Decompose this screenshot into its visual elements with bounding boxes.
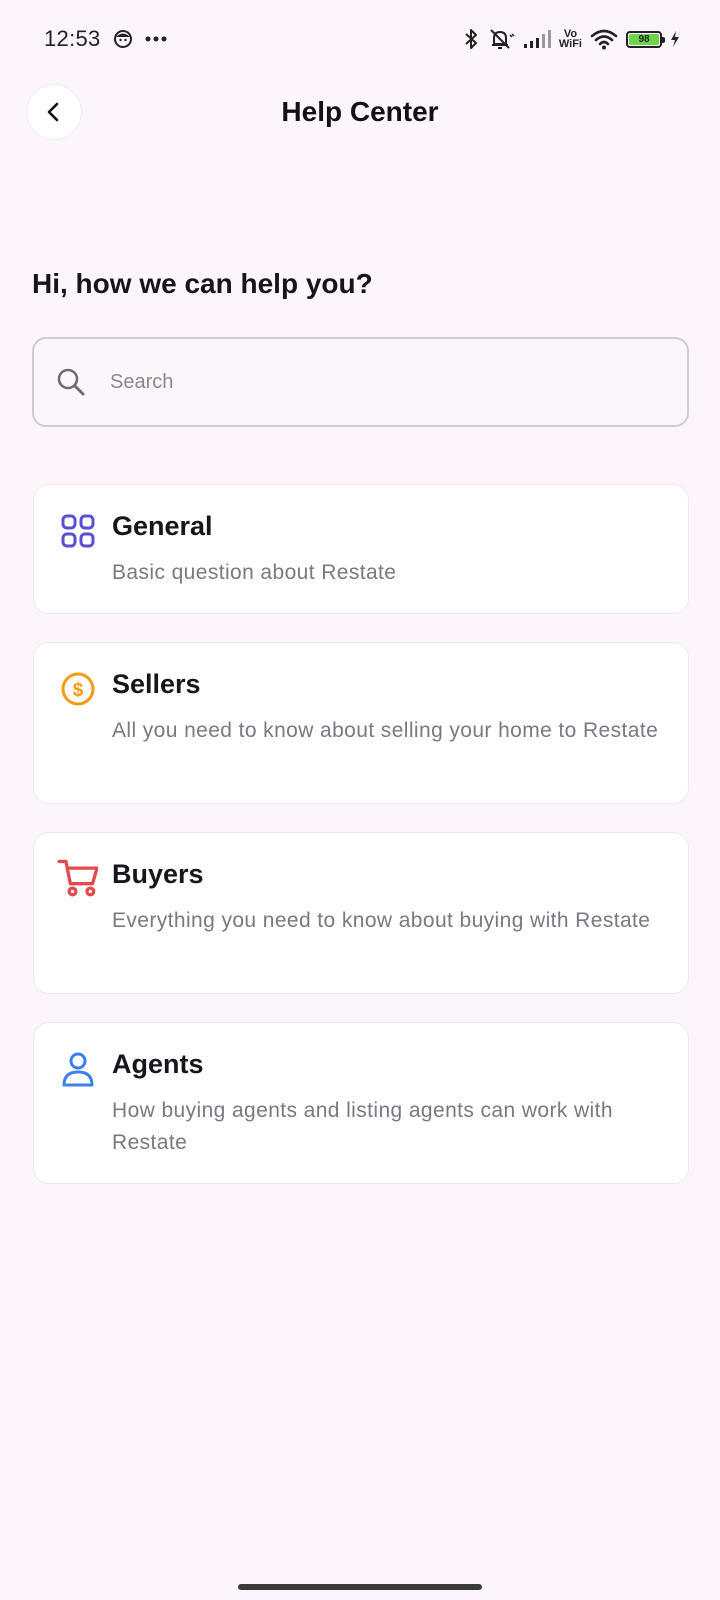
svg-text:$: $ xyxy=(73,680,84,701)
category-description: All you need to know about selling your … xyxy=(112,719,659,742)
dollar-circle-icon: $ xyxy=(61,672,95,706)
search-box[interactable] xyxy=(32,337,689,427)
help-center-screen: 12:53 Vo WiFi 98 Help Center Hi, how we … xyxy=(0,0,720,1600)
greeting-heading: Hi, how we can help you? xyxy=(32,268,373,299)
vowifi-icon: Vo WiFi xyxy=(558,29,582,50)
category-title: Agents xyxy=(112,1049,204,1079)
category-description: Everything you need to know about buying… xyxy=(112,909,651,932)
category-card-general[interactable]: General Basic question about Restate xyxy=(33,484,689,614)
status-time: 12:53 xyxy=(44,26,101,51)
wifi-icon xyxy=(590,29,618,50)
search-icon xyxy=(57,368,85,396)
person-icon xyxy=(62,1052,94,1087)
home-indicator[interactable] xyxy=(238,1584,482,1590)
status-left: 12:53 xyxy=(44,26,167,52)
signal-icon xyxy=(523,30,551,48)
category-card-sellers[interactable]: $ Sellers All you need to know about sel… xyxy=(33,642,689,804)
face-icon xyxy=(113,30,132,48)
category-card-buyers[interactable]: Buyers Everything you need to know about… xyxy=(33,832,689,994)
battery-level: 98 xyxy=(638,33,650,45)
category-title: Sellers xyxy=(112,669,201,699)
header: Help Center xyxy=(0,84,720,140)
category-title: Buyers xyxy=(112,859,204,889)
category-card-agents[interactable]: Agents How buying agents and listing age… xyxy=(33,1022,689,1184)
page-title: Help Center xyxy=(281,96,439,127)
category-title: General xyxy=(112,511,213,541)
more-dots-icon xyxy=(145,36,167,42)
status-right: Vo WiFi 98 xyxy=(463,27,680,51)
battery-icon: 98 xyxy=(626,30,665,48)
charging-icon xyxy=(671,31,679,47)
grid-icon xyxy=(61,514,95,548)
cart-icon xyxy=(57,859,98,897)
vowifi-line2: WiFi xyxy=(558,38,582,50)
search-input[interactable] xyxy=(110,370,630,394)
bluetooth-icon xyxy=(465,29,477,49)
status-bar: 12:53 Vo WiFi 98 xyxy=(0,0,720,78)
silent-icon xyxy=(490,29,515,49)
category-description: Basic question about Restate xyxy=(112,561,397,584)
category-description: How buying agents and listing agents can… xyxy=(112,1099,613,1154)
